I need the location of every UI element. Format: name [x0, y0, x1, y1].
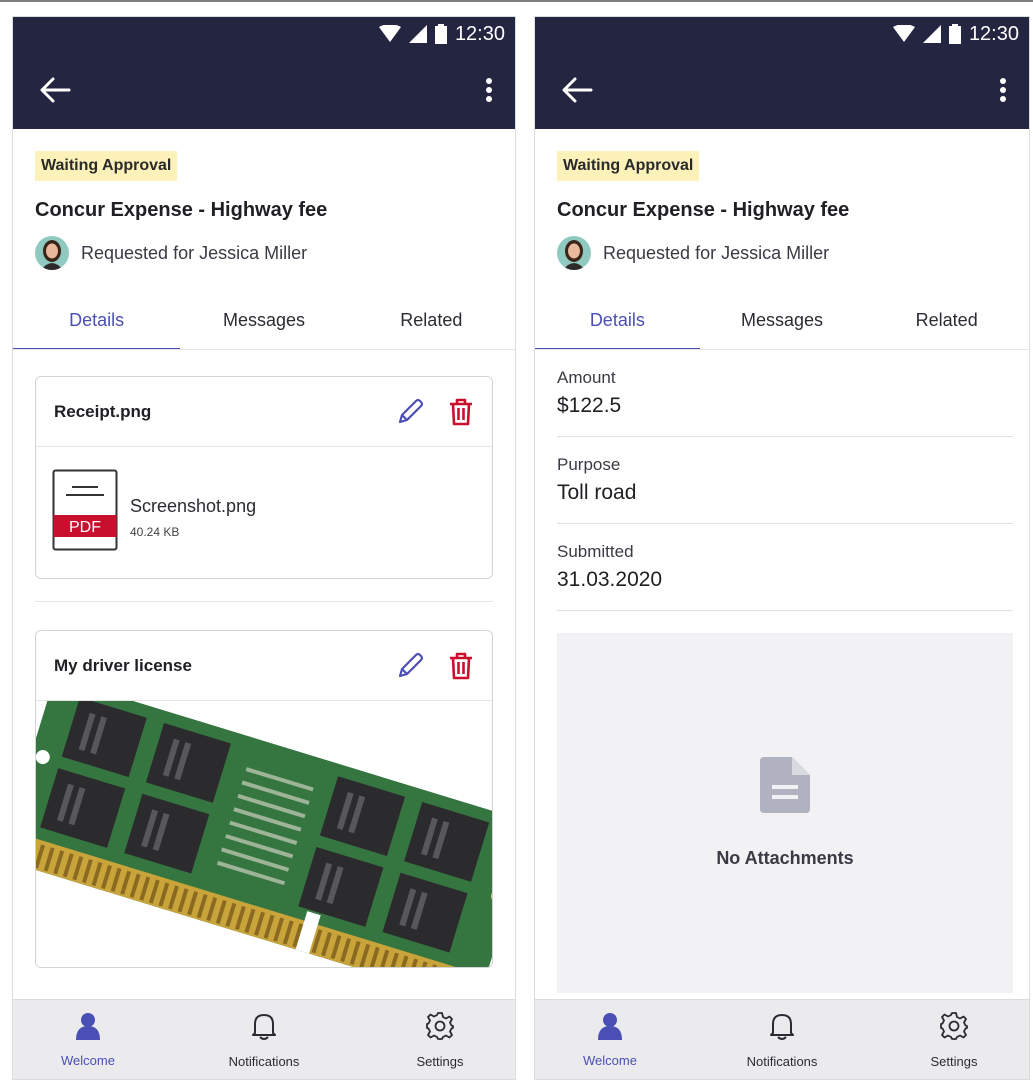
file-name: Screenshot.png: [130, 496, 257, 516]
more-vert-icon[interactable]: [485, 77, 493, 103]
field-label: Purpose: [557, 455, 621, 474]
no-attachments-text: No Attachments: [716, 848, 854, 868]
field-submitted: Submitted 31.03.2020: [557, 524, 1013, 611]
delete-trash-icon[interactable]: [448, 397, 474, 427]
phone-screen-details: 12:30 Waiting Approval Concur Expense - …: [534, 16, 1030, 1080]
attachment-card: Receipt.png PDF Screenshot.png 40.24 KB: [35, 376, 493, 579]
nav-label: Settings: [416, 1053, 464, 1069]
back-arrow-icon[interactable]: [39, 77, 71, 103]
nav-label: Notifications: [228, 1053, 300, 1069]
avatar: [35, 236, 69, 270]
attachment-file[interactable]: PDF Screenshot.png 40.24 KB: [36, 447, 492, 578]
nav-label: Settings: [930, 1053, 978, 1069]
file-size: 40.24 KB: [130, 525, 180, 539]
status-time: 12:30: [968, 22, 1019, 45]
avatar: [557, 236, 591, 270]
field-label: Amount: [557, 368, 616, 387]
requested-for: Requested for Jessica Miller: [557, 236, 1007, 270]
more-vert-icon[interactable]: [999, 77, 1007, 103]
delete-trash-icon[interactable]: [448, 651, 474, 681]
edit-pencil-icon[interactable]: [394, 396, 426, 428]
field-value: 31.03.2020: [557, 568, 663, 591]
status-badge: Waiting Approval: [557, 151, 700, 181]
tab-messages[interactable]: Messages: [700, 310, 865, 350]
person-icon: [598, 1012, 622, 1045]
nav-welcome[interactable]: Welcome: [33, 1012, 143, 1068]
nav-settings[interactable]: Settings: [899, 1011, 1009, 1069]
bell-icon: [251, 1011, 277, 1046]
document-icon: [760, 757, 810, 818]
app-bar: [535, 51, 1029, 129]
wifi-icon: [892, 25, 915, 43]
tab-related[interactable]: Related: [864, 310, 1029, 350]
request-title: Concur Expense - Highway fee: [557, 199, 850, 221]
person-icon: [76, 1012, 100, 1045]
attachment-image[interactable]: [36, 701, 492, 967]
field-label: Submitted: [557, 542, 634, 561]
nav-label: Notifications: [746, 1053, 818, 1069]
attachment-card-header: My driver license: [36, 631, 492, 701]
signal-icon: [922, 25, 941, 43]
status-bar: 12:30: [13, 17, 515, 51]
nav-label: Welcome: [61, 1052, 115, 1068]
requested-for: Requested for Jessica Miller: [35, 236, 493, 270]
nav-notifications[interactable]: Notifications: [727, 1011, 837, 1069]
battery-icon: [434, 24, 447, 44]
edit-pencil-icon[interactable]: [394, 650, 426, 682]
attachment-title: My driver license: [54, 655, 192, 675]
field-value: Toll road: [557, 481, 637, 504]
pdf-label: PDF: [69, 519, 101, 536]
divider: [35, 601, 493, 602]
gear-icon: [939, 1011, 969, 1046]
app-bar: [13, 51, 515, 129]
field-value: $122.5: [557, 394, 622, 417]
status-badge: Waiting Approval: [35, 151, 178, 181]
gear-icon: [425, 1011, 455, 1046]
attachment-title: Receipt.png: [54, 401, 152, 421]
bell-icon: [769, 1011, 795, 1046]
bottom-navigation: Welcome Notifications Settings: [13, 999, 515, 1079]
pdf-file-icon: PDF: [52, 469, 118, 556]
requested-for-text: Requested for Jessica Miller: [603, 242, 830, 263]
battery-icon: [948, 24, 961, 44]
request-header: Waiting Approval Concur Expense - Highwa…: [535, 129, 1029, 270]
nav-notifications[interactable]: Notifications: [209, 1011, 319, 1069]
back-arrow-icon[interactable]: [561, 77, 593, 103]
bottom-navigation: Welcome Notifications Settings: [535, 999, 1029, 1079]
tab-divider: [535, 349, 1029, 350]
tab-bar: Details Messages Related: [13, 310, 515, 350]
attachments-list: Receipt.png PDF Screenshot.png 40.24 KB …: [13, 350, 515, 968]
tab-details[interactable]: Details: [13, 310, 181, 350]
attachment-card: My driver license: [35, 630, 493, 968]
field-amount: Amount $122.5: [557, 350, 1013, 437]
phone-screen-attachments: 12:30 Waiting Approval Concur Expense - …: [12, 16, 516, 1080]
nav-label: Welcome: [583, 1052, 637, 1068]
field-purpose: Purpose Toll road: [557, 437, 1013, 524]
nav-settings[interactable]: Settings: [385, 1011, 495, 1069]
requested-for-text: Requested for Jessica Miller: [81, 242, 308, 263]
status-bar: 12:30: [535, 17, 1029, 51]
request-header: Waiting Approval Concur Expense - Highwa…: [13, 129, 515, 270]
wifi-icon: [378, 25, 401, 43]
request-title: Concur Expense - Highway fee: [35, 199, 328, 221]
tab-messages[interactable]: Messages: [180, 310, 347, 350]
tab-related[interactable]: Related: [348, 310, 515, 350]
attachment-card-header: Receipt.png: [36, 377, 492, 447]
tab-bar: Details Messages Related: [535, 310, 1029, 350]
tab-details[interactable]: Details: [535, 310, 700, 350]
signal-icon: [408, 25, 427, 43]
details-fields: Amount $122.5 Purpose Toll road Submitte…: [535, 350, 1029, 611]
nav-welcome[interactable]: Welcome: [555, 1012, 665, 1068]
no-attachments-panel: No Attachments: [557, 633, 1013, 993]
status-time: 12:30: [454, 22, 505, 45]
top-divider: [0, 0, 1033, 2]
tab-divider: [13, 349, 515, 350]
